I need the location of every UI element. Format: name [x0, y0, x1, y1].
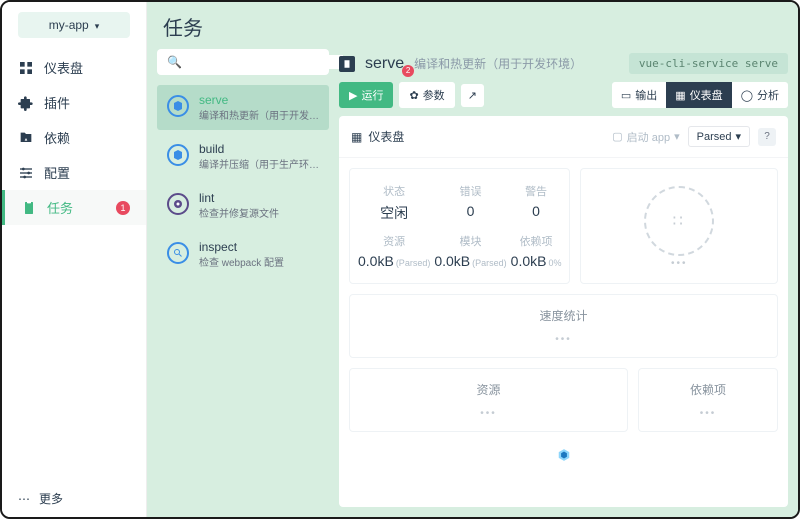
target-icon — [167, 193, 189, 215]
donut-chart: ∷ — [644, 186, 714, 256]
clipboard-icon — [21, 200, 37, 216]
params-button[interactable]: ✿ 参数 — [399, 82, 454, 108]
tasks-badge: 1 — [116, 201, 130, 215]
grid-icon: ▦ — [675, 89, 685, 102]
gear-icon: ✿ — [409, 89, 418, 102]
webpack-logo — [339, 442, 788, 471]
sidebar-item-tasks[interactable]: 任务 1 — [2, 190, 146, 225]
task-item-build[interactable]: build 编译并压缩（用于生产环境… — [157, 134, 329, 179]
launch-app-button[interactable]: ▢ 启动 app ▾ — [612, 129, 679, 145]
assets-card: 资源 ••• — [349, 368, 628, 432]
card-more[interactable]: ••• — [362, 334, 765, 345]
task-subtitle: 编译和热更新（用于开发环境） — [414, 55, 582, 72]
more-icon: ⋯ — [18, 492, 31, 506]
task-search[interactable]: 🔍 ⟳ — [157, 49, 329, 75]
sidebar-item-plugins[interactable]: 插件 — [2, 85, 146, 120]
grid-icon: ▦ — [351, 130, 362, 144]
help-button[interactable]: ? — [758, 128, 776, 146]
tab-analyze[interactable]: ◯ 分析 — [732, 82, 788, 108]
command-text: vue-cli-service serve — [629, 53, 788, 74]
magnify-icon — [167, 242, 189, 264]
sidebar-item-config[interactable]: 配置 — [2, 155, 146, 190]
tab-output[interactable]: ▭ 输出 — [612, 82, 666, 108]
card-more[interactable]: ••• — [362, 408, 615, 419]
chevron-down-icon: ▾ — [674, 130, 680, 143]
panel-title: 仪表盘 — [368, 128, 404, 145]
search-icon: 🔍 — [167, 55, 182, 69]
task-badge: 2 — [402, 65, 414, 77]
task-title: serve 2 — [365, 55, 404, 73]
external-link-icon: ↗ — [468, 89, 477, 102]
sidebar-item-dependencies[interactable]: 依赖 — [2, 120, 146, 155]
cube-icon — [167, 95, 189, 117]
deps-card: 依赖项 ••• — [638, 368, 778, 432]
sidebar-more[interactable]: ⋯ 更多 — [2, 480, 146, 517]
donut-icon: ◯ — [741, 89, 753, 102]
open-button[interactable]: ↗ — [461, 84, 484, 107]
chevron-down-icon: ▾ — [735, 130, 741, 143]
task-item-inspect[interactable]: inspect 检查 webpack 配置 — [157, 232, 329, 277]
dashboard-icon — [18, 60, 34, 76]
parsed-select[interactable]: Parsed ▾ — [688, 126, 750, 147]
run-button[interactable]: ▶ 运行 — [339, 82, 393, 108]
speed-card: 速度统计 ••• — [349, 294, 778, 358]
open-icon: ▢ — [612, 130, 622, 143]
puzzle-icon — [18, 95, 34, 111]
project-selector[interactable]: my-app — [18, 12, 130, 38]
card-more[interactable]: ••• — [651, 408, 765, 419]
sliders-icon — [18, 165, 34, 181]
terminal-icon: ▭ — [621, 89, 631, 102]
tab-dashboard[interactable]: ▦ 仪表盘 — [666, 82, 731, 108]
play-icon: ▶ — [349, 89, 357, 102]
sidebar-item-dashboard[interactable]: 仪表盘 — [2, 50, 146, 85]
page-title: 任务 — [163, 12, 782, 41]
search-input[interactable] — [188, 55, 343, 69]
clipboard-icon — [339, 56, 355, 72]
card-more[interactable]: ••• — [671, 258, 688, 269]
folder-icon — [18, 130, 34, 146]
cube-icon — [167, 144, 189, 166]
task-item-serve[interactable]: serve 编译和热更新（用于开发环… — [157, 85, 329, 130]
task-item-lint[interactable]: lint 检查并修复源文件 — [157, 183, 329, 228]
